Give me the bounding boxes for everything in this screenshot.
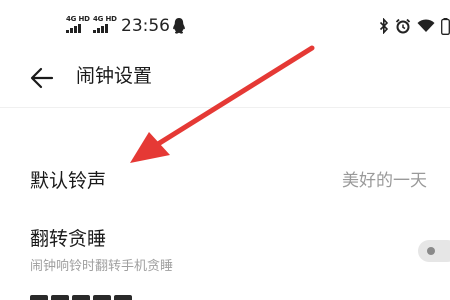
battery-icon [441,17,450,35]
network-type-1: 4G HD [66,15,90,23]
status-bar: 4G HD 4G HD 23:56 [0,0,450,50]
flip-snooze-label: 翻转贪睡 [30,228,107,250]
next-setting-row-partial [30,292,140,300]
flip-snooze-description: 闹钟响铃时翻转手机贪睡 [30,259,174,274]
qq-icon [173,18,185,34]
back-arrow-icon[interactable] [28,64,56,92]
header-divider [0,107,450,108]
network-type-2: 4G HD [93,15,117,23]
status-icons [379,17,450,35]
app-header: 闹钟设置 [0,50,450,105]
default-ringtone-row[interactable]: 默认铃声 美好的一天 [0,156,450,206]
alarm-settings-screen: 4G HD 4G HD 23:56 闹钟设置 默认铃声 美好的一天 翻转贪睡 闹… [0,0,450,300]
flip-snooze-row[interactable]: 翻转贪睡 闹钟响铃时翻转手机贪睡 [0,222,450,282]
bluetooth-icon [379,18,389,34]
flip-snooze-toggle[interactable] [418,240,450,262]
wifi-icon [417,19,435,32]
alarm-icon [395,18,411,34]
default-ringtone-value: 美好的一天 [342,171,427,191]
status-time: 23:56 [121,16,170,36]
toggle-knob [427,247,435,255]
cellular-signal-1-icon: 4G HD [66,16,90,34]
cellular-signal-2-icon: 4G HD [93,16,117,34]
default-ringtone-label: 默认铃声 [30,170,107,192]
page-title: 闹钟设置 [76,65,153,87]
